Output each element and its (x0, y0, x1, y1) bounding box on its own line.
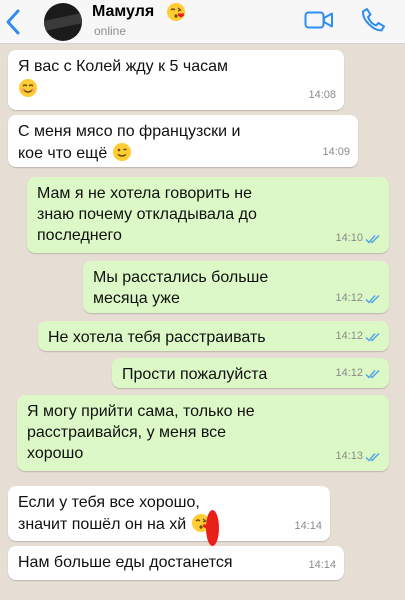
message-text: Мам я не хотела говорить не знаю почему … (37, 185, 257, 244)
message-time: 14:08 (308, 89, 336, 101)
message-time: 14:09 (322, 146, 350, 158)
message-meta: 14:10 (335, 228, 381, 249)
double-check-icon (365, 452, 380, 462)
face-blowing-kiss-emoji (167, 3, 185, 21)
message-bubble[interactable]: Не хотела тебя расстраивать 14:12 (38, 321, 389, 351)
message-time: 14:12 (335, 292, 363, 304)
double-check-icon (365, 369, 380, 379)
message-meta: 14:14 (308, 555, 336, 576)
contact-name[interactable]: Мамуля (92, 3, 154, 21)
message-bubble[interactable]: С меня мясо по французски и кое что ещё … (8, 115, 358, 167)
message-time: 14:14 (308, 559, 336, 571)
message-text: С меня мясо по французски и кое что ещё (18, 123, 241, 162)
message-meta: 14:12 (335, 326, 381, 347)
message-bubble[interactable]: Нам больше еды достанется 14:14 (8, 546, 344, 580)
message-meta: 14:08 (308, 85, 336, 106)
message-meta: 14:13 (335, 446, 381, 467)
smiling-face-emoji (19, 79, 37, 97)
winking-face-emoji (112, 143, 131, 161)
chat-header: Мамуля online (0, 0, 405, 44)
double-check-icon (365, 234, 380, 244)
message-bubble[interactable]: Прости пожалуйста 14:12 (112, 358, 389, 388)
message-text: Нам больше еды достанется (18, 554, 233, 571)
chevron-left-icon[interactable] (4, 8, 24, 36)
message-meta: 14:14 (294, 516, 322, 537)
video-call-icon[interactable] (304, 10, 334, 30)
avatar[interactable] (44, 3, 82, 41)
redaction-mark (206, 510, 219, 546)
message-time: 14:13 (335, 450, 363, 462)
message-time: 14:10 (335, 232, 363, 244)
double-check-icon (365, 332, 380, 342)
message-list[interactable]: Я вас с Колей жду к 5 часам 14:08 С меня… (0, 45, 405, 600)
message-bubble[interactable]: Я могу прийти сама, только не расстраива… (17, 395, 389, 471)
message-text: Я могу прийти сама, только не расстраива… (27, 403, 255, 462)
message-time: 14:14 (294, 520, 322, 532)
message-text: Не хотела тебя расстраивать (48, 329, 266, 346)
message-meta: 14:12 (335, 288, 381, 309)
message-time: 14:12 (335, 330, 363, 342)
phone-icon[interactable] (361, 7, 385, 33)
message-bubble[interactable]: Мам я не хотела говорить не знаю почему … (27, 177, 389, 253)
double-check-icon (365, 294, 380, 304)
message-text: Я вас с Колей жду к 5 часам (18, 58, 228, 75)
message-meta: 14:12 (335, 363, 381, 384)
contact-status: online (94, 24, 127, 38)
message-bubble[interactable]: Я вас с Колей жду к 5 часам 14:08 (8, 50, 344, 110)
message-bubble[interactable]: Мы расстались больше месяца уже 14:12 (83, 261, 389, 313)
message-meta: 14:09 (322, 142, 350, 163)
message-text: Если у тебя все хорошо, значит пошёл он … (18, 492, 320, 535)
message-bubble[interactable]: Если у тебя все хорошо, значит пошёл он … (8, 486, 330, 546)
message-time: 14:12 (335, 367, 363, 379)
